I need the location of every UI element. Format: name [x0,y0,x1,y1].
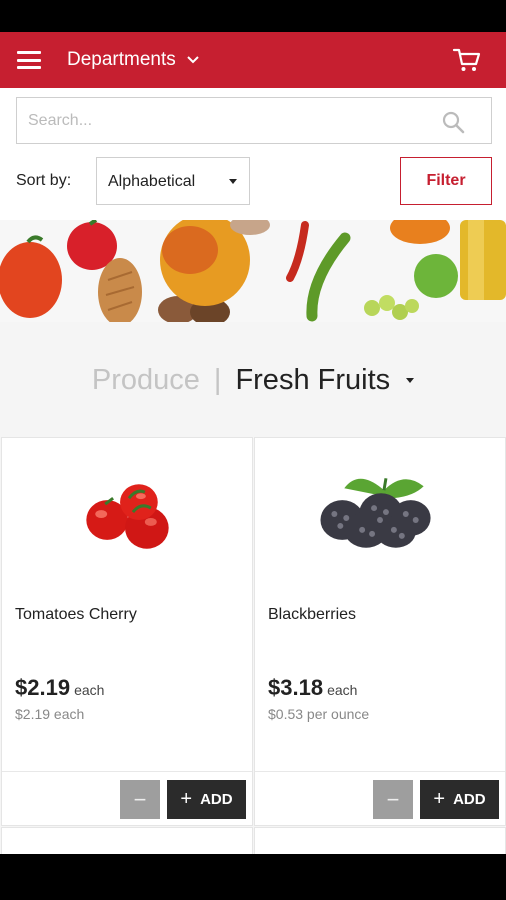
app-header: Departments [0,32,506,88]
caret-down-icon [229,179,237,184]
produce-banner [0,220,506,322]
product-name[interactable]: Tomatoes Cherry [15,606,137,624]
divider [255,771,505,772]
chevron-down-icon [187,56,199,64]
add-to-cart-button[interactable]: + ADD [420,780,499,819]
main-content: Search... Sort by: Alphabetical Filter P… [0,88,506,854]
menu-icon[interactable] [17,51,41,69]
breadcrumb-current[interactable]: Fresh Fruits [235,364,390,397]
add-to-cart-button[interactable]: + ADD [167,780,246,819]
status-bar [0,0,506,32]
product-card[interactable]: Blackberries $3.18 each $0.53 per ounce −… [254,437,506,826]
product-card-partial[interactable] [254,827,506,854]
search-input[interactable]: Search... [16,97,492,144]
breadcrumb-separator: | [213,364,222,396]
unit-price: $2.19 each [15,706,85,722]
product-card-partial[interactable] [1,827,253,854]
sort-value: Alphabetical [108,173,196,190]
breadcrumb: Produce | Fresh Fruits [0,364,506,397]
product-card[interactable]: Tomatoes Cherry $2.19 each $2.19 each − +… [1,437,253,826]
cart-icon[interactable] [452,45,482,75]
price-value: $3.18 [268,675,324,700]
price-unit: each [327,682,358,698]
product-price: $3.18 each [268,675,357,701]
search-placeholder: Search... [28,112,93,129]
filter-button[interactable]: Filter [400,157,492,205]
departments-dropdown[interactable]: Departments [67,49,201,71]
breadcrumb-parent[interactable]: Produce [92,364,200,397]
sort-select[interactable]: Alphabetical [96,157,250,205]
sort-label: Sort by: [16,172,72,189]
caret-down-icon[interactable] [406,378,415,383]
system-nav-bar [0,854,506,900]
product-name[interactable]: Blackberries [268,606,356,624]
add-label: ADD [453,791,486,808]
unit-price: $0.53 per ounce [268,706,370,722]
product-price: $2.19 each [15,675,104,701]
add-label: ADD [200,791,233,808]
blackberries-image [320,478,431,548]
controls-area: Search... Sort by: Alphabetical Filter [0,88,506,220]
price-unit: each [74,682,105,698]
departments-label: Departments [67,49,176,70]
divider [2,771,252,772]
search-icon[interactable] [441,110,465,134]
vegetables-banner-image [0,220,506,322]
plus-icon: + [433,788,446,810]
decrease-quantity-button[interactable]: − [373,780,413,819]
decrease-quantity-button[interactable]: − [120,780,160,819]
tomatoes-cherry-image [86,484,169,549]
plus-icon: + [180,788,193,810]
price-value: $2.19 [15,675,71,700]
